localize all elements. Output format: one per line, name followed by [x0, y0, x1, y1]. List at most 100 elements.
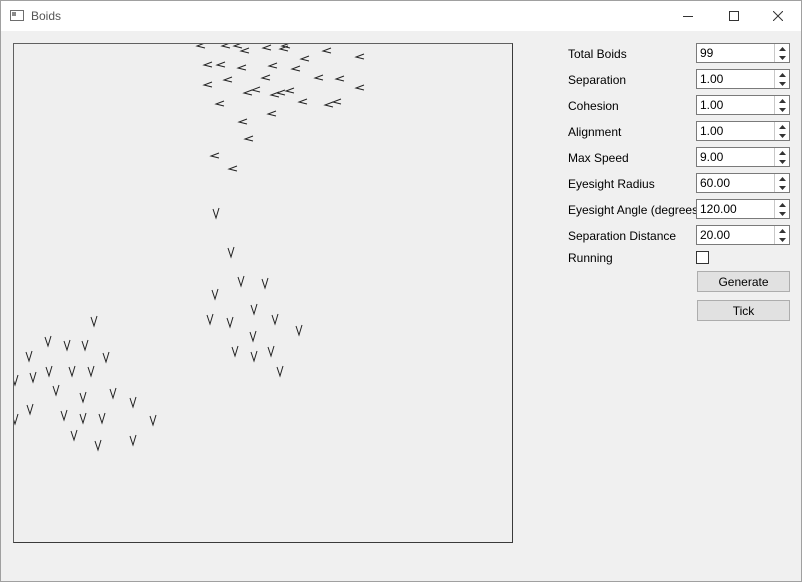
- arrow-down-icon: [778, 237, 786, 242]
- boid: [26, 403, 34, 416]
- increment-button[interactable]: [775, 70, 789, 79]
- alignment-spinbox[interactable]: 1.00: [696, 121, 790, 141]
- total-boids-label: Total Boids: [568, 47, 627, 61]
- boid: [260, 74, 271, 81]
- increment-button[interactable]: [775, 200, 789, 209]
- increment-button[interactable]: [775, 96, 789, 105]
- increment-button[interactable]: [775, 174, 789, 183]
- boid: [237, 275, 245, 288]
- boid: [109, 387, 117, 400]
- separation-value[interactable]: 1.00: [700, 72, 723, 87]
- arrow-down-icon: [778, 133, 786, 138]
- boid: [297, 98, 308, 105]
- spin-arrows: [774, 70, 789, 88]
- separation-spinbox[interactable]: 1.00: [696, 69, 790, 89]
- decrement-button[interactable]: [775, 79, 789, 88]
- eyesight-radius-value[interactable]: 60.00: [700, 176, 730, 191]
- decrement-button[interactable]: [775, 131, 789, 140]
- boid: [226, 316, 234, 329]
- boid: [275, 89, 286, 96]
- arrow-down-icon: [778, 159, 786, 164]
- boid: [295, 324, 303, 337]
- generate-button[interactable]: Generate: [697, 271, 790, 292]
- boid: [195, 44, 206, 49]
- app-window-icon: [10, 10, 24, 21]
- maximize-button[interactable]: [711, 1, 757, 31]
- boid: [63, 339, 71, 352]
- boid: [29, 371, 37, 384]
- decrement-button[interactable]: [775, 105, 789, 114]
- boid: [25, 350, 33, 363]
- boid: [331, 98, 342, 105]
- spin-arrows: [774, 44, 789, 62]
- boid: [70, 429, 78, 442]
- max-speed-value[interactable]: 9.00: [700, 150, 723, 165]
- running-checkbox[interactable]: [696, 251, 709, 264]
- boid: [209, 152, 220, 159]
- spin-arrows: [774, 96, 789, 114]
- running-label: Running: [568, 251, 613, 265]
- boid: [79, 391, 87, 404]
- boid: [60, 409, 68, 422]
- boid: [354, 84, 365, 91]
- increment-button[interactable]: [775, 122, 789, 131]
- eyesight-radius-label: Eyesight Radius: [568, 177, 655, 191]
- boid: [102, 351, 110, 364]
- boid: [323, 101, 334, 108]
- decrement-button[interactable]: [775, 53, 789, 62]
- close-icon: [773, 11, 783, 21]
- alignment-value[interactable]: 1.00: [700, 124, 723, 139]
- boid: [290, 65, 301, 72]
- boid: [237, 118, 248, 125]
- increment-button[interactable]: [775, 148, 789, 157]
- boid: [94, 439, 102, 452]
- separation-distance-label: Separation Distance: [568, 229, 677, 243]
- boid: [299, 55, 310, 62]
- spin-arrows: [774, 148, 789, 166]
- decrement-button[interactable]: [775, 235, 789, 244]
- arrow-down-icon: [778, 55, 786, 60]
- arrow-up-icon: [778, 98, 786, 103]
- boid: [68, 365, 76, 378]
- boid: [149, 414, 157, 427]
- boid: [87, 365, 95, 378]
- arrow-up-icon: [778, 202, 786, 207]
- arrow-up-icon: [778, 150, 786, 155]
- max-speed-spinbox[interactable]: 9.00: [696, 147, 790, 167]
- decrement-button[interactable]: [775, 157, 789, 166]
- total-boids-spinbox[interactable]: 99: [696, 43, 790, 63]
- spin-arrows: [774, 200, 789, 218]
- minimize-button[interactable]: [665, 1, 711, 31]
- boid: [227, 246, 235, 259]
- total-boids-value[interactable]: 99: [700, 46, 713, 61]
- separation-distance-spinbox[interactable]: 20.00: [696, 225, 790, 245]
- tick-button[interactable]: Tick: [697, 300, 790, 321]
- increment-button[interactable]: [775, 44, 789, 53]
- decrement-button[interactable]: [775, 209, 789, 218]
- boid: [313, 74, 324, 81]
- spin-arrows: [774, 226, 789, 244]
- eyesight-angle-value[interactable]: 120.00: [700, 202, 737, 217]
- increment-button[interactable]: [775, 226, 789, 235]
- boid: [231, 345, 239, 358]
- separation-distance-value[interactable]: 20.00: [700, 228, 730, 243]
- cohesion-spinbox[interactable]: 1.00: [696, 95, 790, 115]
- spin-arrows: [774, 174, 789, 192]
- boid: [98, 412, 106, 425]
- boids-canvas[interactable]: [13, 43, 513, 543]
- cohesion-value[interactable]: 1.00: [700, 98, 723, 113]
- boid: [90, 315, 98, 328]
- boid: [129, 434, 137, 447]
- eyesight-angle-spinbox[interactable]: 120.00: [696, 199, 790, 219]
- close-button[interactable]: [755, 1, 801, 31]
- eyesight-radius-spinbox[interactable]: 60.00: [696, 173, 790, 193]
- boid: [202, 61, 213, 68]
- arrow-down-icon: [778, 185, 786, 190]
- arrow-down-icon: [778, 81, 786, 86]
- decrement-button[interactable]: [775, 183, 789, 192]
- arrow-up-icon: [778, 46, 786, 51]
- title-bar[interactable]: Boids: [1, 1, 801, 31]
- boid: [129, 396, 137, 409]
- boid: [14, 374, 19, 387]
- arrow-up-icon: [778, 176, 786, 181]
